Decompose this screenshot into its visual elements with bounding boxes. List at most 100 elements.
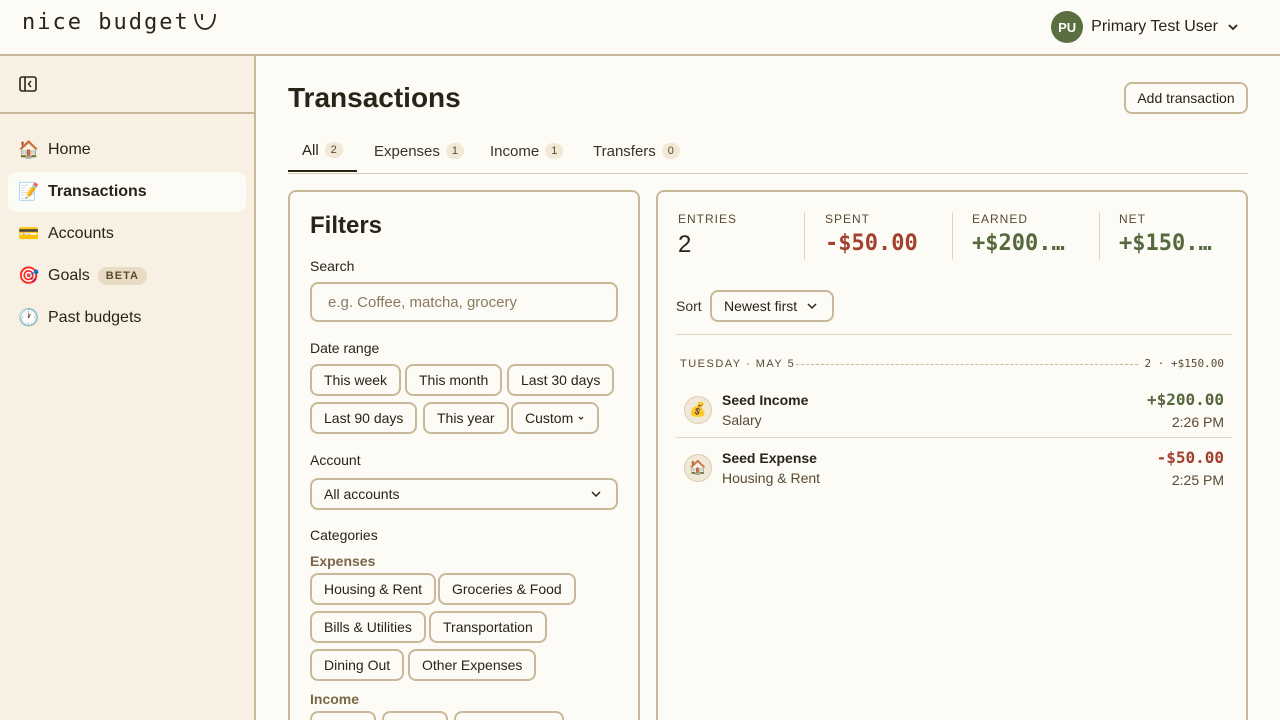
sidebar-item-past-budgets[interactable]: 🕐 Past budgets bbox=[8, 298, 246, 338]
credit-card-icon: 💳 bbox=[18, 224, 40, 244]
transactions-panel: ENTRIES 2 SPENT -$50.00 EARNED +$200.… N… bbox=[656, 190, 1248, 720]
chevron-down-icon bbox=[807, 303, 817, 310]
day-group-dashed-line bbox=[796, 364, 1138, 365]
day-group-date: TUESDAY · MAY 5 bbox=[680, 358, 796, 370]
target-icon: 🎯 bbox=[18, 266, 40, 286]
account-label: Account bbox=[310, 452, 361, 468]
sort-select[interactable]: Newest first bbox=[710, 290, 834, 322]
stat-value: -$50.00 bbox=[825, 231, 918, 256]
transaction-time: 2:26 PM bbox=[1171, 414, 1224, 430]
stat-value: +$150.… bbox=[1119, 231, 1212, 256]
house-icon: 🏠 bbox=[684, 454, 712, 482]
beta-badge: BETA bbox=[97, 267, 147, 285]
stat-divider bbox=[952, 212, 953, 260]
transaction-amount: -$50.00 bbox=[1156, 448, 1224, 467]
sidebar-item-label: Past budgets bbox=[48, 309, 142, 326]
account-select-value: All accounts bbox=[324, 486, 400, 502]
tab-count: 0 bbox=[661, 143, 680, 159]
category-income-chip[interactable] bbox=[310, 711, 376, 720]
transaction-name: Seed Income bbox=[722, 392, 809, 408]
tab-count: 2 bbox=[324, 142, 343, 158]
chevron-down-icon bbox=[591, 491, 601, 498]
page-title: Transactions bbox=[288, 82, 461, 113]
memo-icon: 📝 bbox=[18, 182, 40, 202]
stat-entries: ENTRIES 2 bbox=[678, 212, 798, 260]
date-range-this-year[interactable]: This year bbox=[423, 402, 509, 434]
account-select[interactable]: All accounts bbox=[310, 478, 618, 510]
category-groceries-food[interactable]: Groceries & Food bbox=[438, 573, 576, 605]
tab-income[interactable]: Income 1 bbox=[490, 130, 564, 172]
logo-text: nice budget bbox=[22, 10, 190, 35]
tab-transfers[interactable]: Transfers 0 bbox=[593, 130, 680, 172]
user-menu[interactable]: PU Primary Test User bbox=[1051, 11, 1240, 43]
stat-value: 2 bbox=[678, 231, 692, 258]
tab-label: Income bbox=[490, 142, 540, 160]
sidebar-item-transactions[interactable]: 📝 Transactions bbox=[8, 172, 246, 212]
categories-label: Categories bbox=[310, 527, 378, 543]
sidebar-divider bbox=[0, 112, 254, 114]
tab-count: 1 bbox=[545, 143, 564, 159]
sidebar-item-home[interactable]: 🏠 Home bbox=[8, 130, 246, 170]
divider bbox=[676, 334, 1232, 335]
category-transportation[interactable]: Transportation bbox=[429, 611, 547, 643]
stat-divider bbox=[804, 212, 805, 260]
sidebar-item-goals[interactable]: 🎯 Goals BETA bbox=[8, 256, 246, 296]
chevron-down-icon bbox=[578, 416, 584, 420]
search-input[interactable] bbox=[310, 282, 618, 322]
category-income-chip[interactable] bbox=[454, 711, 564, 720]
day-group-summary: 2 · +$150.00 bbox=[1144, 357, 1224, 370]
sidebar-item-label: Goals bbox=[48, 267, 90, 284]
clock-icon: 🕐 bbox=[18, 308, 40, 328]
top-bar: nice budget PU Primary Test User bbox=[0, 0, 1280, 56]
search-label: Search bbox=[310, 258, 355, 274]
sort-label: Sort bbox=[676, 298, 702, 314]
divider bbox=[676, 437, 1232, 438]
date-range-last-90-days[interactable]: Last 90 days bbox=[310, 402, 418, 434]
sort-select-value: Newest first bbox=[724, 298, 798, 314]
transaction-row[interactable]: 💰 Seed Income Salary +$200.00 2:26 PM bbox=[676, 388, 1232, 444]
stat-label: SPENT bbox=[825, 212, 871, 226]
category-housing-rent[interactable]: Housing & Rent bbox=[310, 573, 437, 605]
add-transaction-button[interactable]: Add transaction bbox=[1124, 82, 1248, 114]
date-range-last-30-days[interactable]: Last 30 days bbox=[507, 364, 615, 396]
sidebar-item-accounts[interactable]: 💳 Accounts bbox=[8, 214, 246, 254]
income-category-label: Income bbox=[310, 691, 360, 707]
date-range-custom[interactable]: Custom bbox=[511, 402, 600, 434]
date-range-this-week[interactable]: This week bbox=[310, 364, 402, 396]
category-other-expenses[interactable]: Other Expenses bbox=[408, 649, 537, 681]
chip-label: Custom bbox=[525, 410, 574, 426]
date-range-this-month[interactable]: This month bbox=[405, 364, 503, 396]
sidebar-item-label: Home bbox=[48, 141, 91, 158]
house-icon: 🏠 bbox=[18, 140, 40, 160]
transaction-time: 2:25 PM bbox=[1171, 472, 1224, 488]
transaction-name: Seed Expense bbox=[722, 450, 817, 466]
avatar: PU bbox=[1051, 11, 1084, 43]
stat-earned: EARNED +$200.… bbox=[972, 212, 1098, 260]
filters-panel: Filters Search Date range This week This… bbox=[288, 190, 640, 720]
sidebar-item-label: Transactions bbox=[48, 183, 147, 200]
sidebar-toggle-icon[interactable] bbox=[18, 74, 40, 96]
tab-label: Transfers bbox=[593, 142, 656, 160]
chevron-down-icon bbox=[1228, 24, 1238, 31]
smile-icon bbox=[193, 13, 216, 30]
category-income-chip[interactable] bbox=[382, 711, 448, 720]
tab-all[interactable]: All 2 bbox=[288, 130, 357, 172]
user-name: Primary Test User bbox=[1091, 18, 1218, 35]
transaction-row[interactable]: 🏠 Seed Expense Housing & Rent -$50.00 2:… bbox=[676, 446, 1232, 502]
transaction-category: Housing & Rent bbox=[722, 470, 821, 486]
category-bills-utilities[interactable]: Bills & Utilities bbox=[310, 611, 426, 643]
stat-net: NET +$150.… bbox=[1119, 212, 1233, 260]
logo[interactable]: nice budget bbox=[22, 10, 218, 35]
stat-spent: SPENT -$50.00 bbox=[825, 212, 949, 260]
stat-label: ENTRIES bbox=[678, 212, 738, 226]
tab-count: 1 bbox=[445, 143, 464, 159]
sidebar: 🏠 Home 📝 Transactions 💳 Accounts 🎯 Goals… bbox=[0, 56, 256, 720]
transaction-category: Salary bbox=[722, 412, 762, 428]
stat-value: +$200.… bbox=[972, 231, 1065, 256]
expenses-category-label: Expenses bbox=[310, 553, 376, 569]
tab-expenses[interactable]: Expenses 1 bbox=[374, 130, 464, 172]
money-bag-icon: 💰 bbox=[684, 396, 712, 424]
tab-label: All bbox=[302, 141, 319, 159]
stat-label: NET bbox=[1119, 212, 1146, 226]
category-dining-out[interactable]: Dining Out bbox=[310, 649, 405, 681]
